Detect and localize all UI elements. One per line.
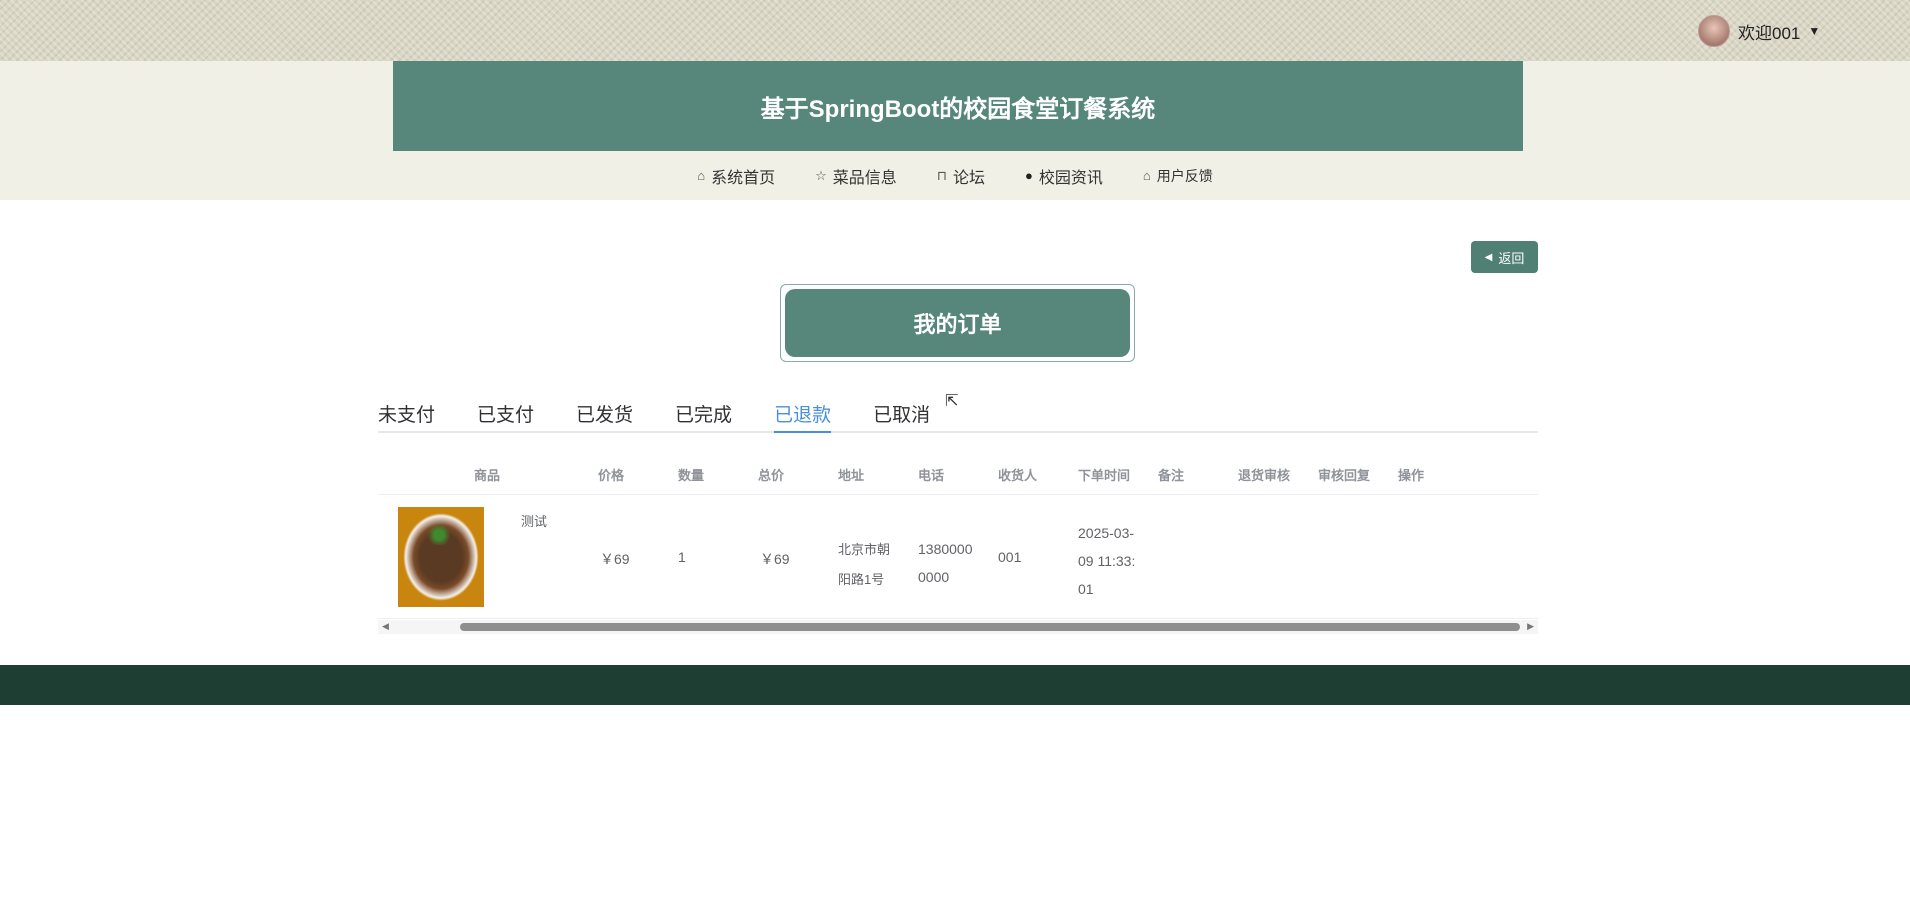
nav-home[interactable]: ⌂ 系统首页 xyxy=(697,164,775,188)
page-title-box: 我的订单 xyxy=(780,284,1135,362)
top-bar: 欢迎001 ▼ xyxy=(0,0,1910,61)
price: ￥69 xyxy=(600,549,630,569)
address: 北京市朝阳路1号 xyxy=(838,535,900,595)
col-header: 商品 xyxy=(474,465,500,484)
site-title: 基于SpringBoot的校园食堂订餐系统 xyxy=(393,61,1523,151)
back-button[interactable]: ◀ 返回 xyxy=(1471,241,1538,273)
scroll-left-icon[interactable]: ◀ xyxy=(382,621,389,632)
tab-paid[interactable]: 已支付 xyxy=(477,400,534,433)
quantity: 1 xyxy=(678,549,686,565)
table-header: 商品 价格 数量 总价 地址 电话 收货人 下单时间 备注 退货审核 审核回复 … xyxy=(378,455,1538,495)
page-title: 我的订单 xyxy=(785,289,1130,357)
order-time: 2025-03-09 11:33:01 xyxy=(1078,519,1138,603)
nav-label: 校园资讯 xyxy=(1039,164,1103,188)
caret-down-icon: ▼ xyxy=(1808,24,1820,38)
star-icon: ☆ xyxy=(815,168,827,184)
user-menu[interactable]: 欢迎001 ▼ xyxy=(1698,15,1820,47)
tab-cancelled[interactable]: 已取消 xyxy=(873,400,930,433)
nav-feedback[interactable]: ⌂ 用户反馈 xyxy=(1143,166,1213,186)
scrollbar-thumb[interactable] xyxy=(460,623,1520,631)
bag-icon: ⊓ xyxy=(937,168,947,184)
receiver: 001 xyxy=(998,549,1021,565)
col-header: 电话 xyxy=(918,465,944,484)
col-header: 操作 xyxy=(1398,465,1424,484)
mouse-cursor-icon: ⇱ xyxy=(945,391,958,411)
footer xyxy=(0,665,1910,705)
nav-label: 论坛 xyxy=(953,164,985,188)
product-name: 测试 xyxy=(521,511,547,530)
col-header: 数量 xyxy=(678,465,704,484)
avatar xyxy=(1698,15,1730,47)
caret-left-icon: ◀ xyxy=(1485,252,1493,263)
col-header: 总价 xyxy=(758,465,784,484)
phone: 13800000000 xyxy=(918,535,978,591)
total: ￥69 xyxy=(760,549,790,569)
col-header: 退货审核 xyxy=(1238,465,1290,484)
col-header: 价格 xyxy=(598,465,624,484)
nav-label: 菜品信息 xyxy=(833,164,897,188)
home-icon: ⌂ xyxy=(1143,168,1151,183)
col-header: 备注 xyxy=(1158,465,1184,484)
nav-label: 系统首页 xyxy=(711,164,775,188)
nav-news[interactable]: ● 校园资讯 xyxy=(1025,164,1103,188)
back-label: 返回 xyxy=(1498,248,1524,267)
product-image xyxy=(398,507,484,607)
col-header: 收货人 xyxy=(998,465,1037,484)
table-row: 测试 ￥69 1 ￥69 北京市朝阳路1号 13800000000 001 20… xyxy=(378,495,1538,619)
info-icon: ● xyxy=(1025,168,1033,183)
col-header: 下单时间 xyxy=(1078,465,1130,484)
tab-shipped[interactable]: 已发货 xyxy=(576,400,633,433)
tab-unpaid[interactable]: 未支付 xyxy=(378,400,435,433)
col-header: 地址 xyxy=(838,465,864,484)
nav-label: 用户反馈 xyxy=(1157,166,1213,186)
col-header: 审核回复 xyxy=(1318,465,1370,484)
home-icon: ⌂ xyxy=(697,168,705,183)
user-greeting: 欢迎001 xyxy=(1738,19,1800,44)
scroll-right-icon[interactable]: ▶ xyxy=(1527,621,1534,632)
tab-completed[interactable]: 已完成 xyxy=(675,400,732,433)
tab-refunded[interactable]: 已退款 xyxy=(774,400,831,433)
nav-forum[interactable]: ⊓ 论坛 xyxy=(937,164,985,188)
nav-dishes[interactable]: ☆ 菜品信息 xyxy=(815,164,897,188)
horizontal-scrollbar[interactable]: ◀ ▶ xyxy=(378,620,1538,634)
main-nav: ⌂ 系统首页 ☆ 菜品信息 ⊓ 论坛 ● 校园资讯 ⌂ 用户反馈 xyxy=(0,151,1910,200)
